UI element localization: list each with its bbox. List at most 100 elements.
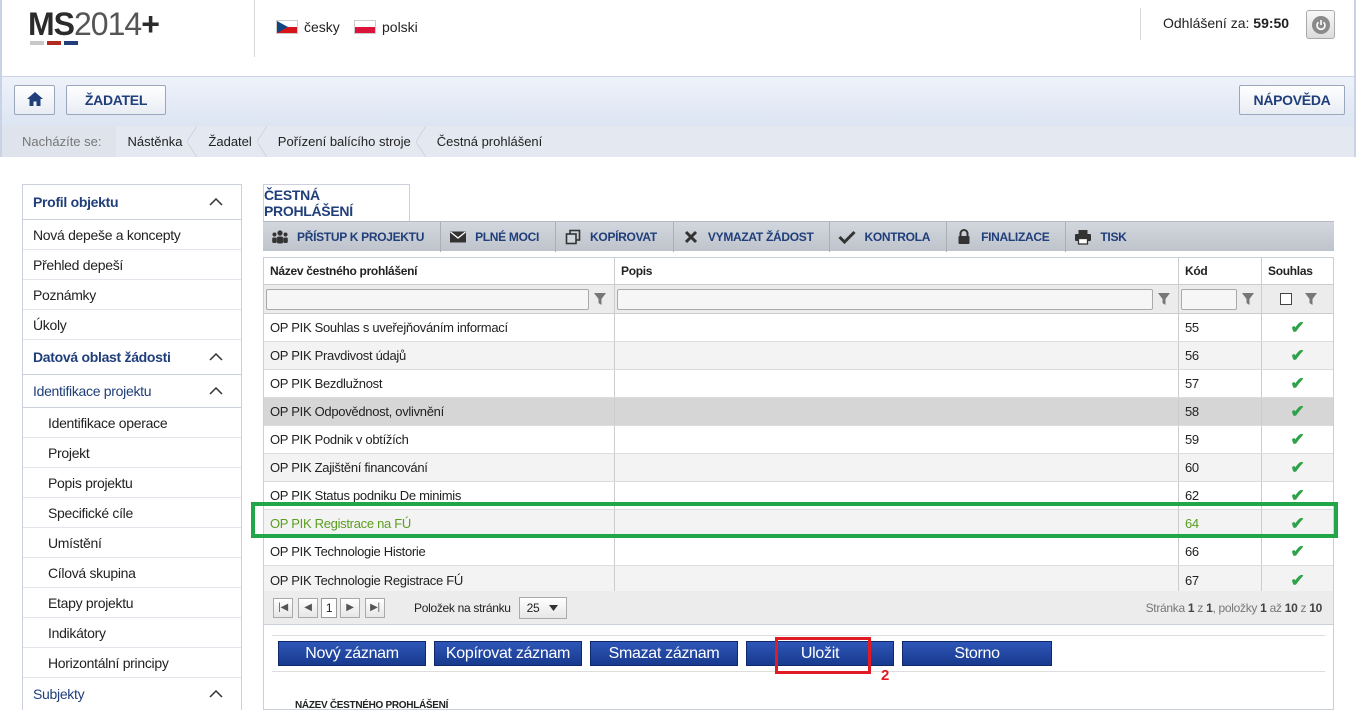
first-page-button[interactable]: |◀ xyxy=(273,597,293,618)
breadcrumb-item-zadatel[interactable]: Žadatel xyxy=(196,126,268,157)
nav-item-projekt[interactable]: Projekt xyxy=(23,438,241,468)
ms2014-logo[interactable]: MS2014+ xyxy=(28,6,160,43)
check-icon: ✔ xyxy=(1290,570,1305,590)
filter-icon[interactable] xyxy=(1157,292,1171,306)
plne-moci-label: PLNÉ MOCI xyxy=(475,229,540,244)
kopirovat-button[interactable]: KOPÍROVAT xyxy=(556,221,674,252)
pristup-k-projektu-button[interactable]: PŘÍSTUP K PROJEKTU xyxy=(263,221,442,252)
filter-icon[interactable] xyxy=(1304,292,1318,306)
breadcrumb-item-project[interactable]: Pořízení balícího stroje xyxy=(266,126,426,157)
nav-item-specificke-cile[interactable]: Specifické cíle xyxy=(23,498,241,528)
side-navigation: Profil objektu Nová depeše a koncepty Př… xyxy=(22,184,242,710)
breadcrumb-item-current: Čestná prohlášení xyxy=(436,134,543,149)
pager-info-page: 1 xyxy=(1187,600,1195,615)
table-row[interactable]: OP PIK Bezdlužnost 57 ✔ xyxy=(264,370,1333,398)
nav-item-popis-projektu[interactable]: Popis projektu xyxy=(23,468,241,498)
nav-subsection-subjekty[interactable]: Subjekty xyxy=(23,678,241,710)
filter-cell-souhlas xyxy=(1262,285,1333,313)
pager-info-items-label: , položky xyxy=(1212,600,1258,615)
column-header-kod[interactable]: Kód xyxy=(1179,258,1262,284)
napoveda-button[interactable]: NÁPOVĚDA xyxy=(1239,85,1345,115)
table-row[interactable]: OP PIK Pravdivost údajů 56 ✔ xyxy=(264,342,1333,370)
finalizace-label: FINALIZACE xyxy=(981,229,1050,244)
nav-item-identifikace-operace[interactable]: Identifikace operace xyxy=(23,408,241,438)
column-header-popis[interactable]: Popis xyxy=(615,258,1179,284)
nav-section-profil[interactable]: Profil objektu xyxy=(23,185,241,220)
pager-info-prefix: Stránka xyxy=(1145,600,1186,615)
filter-icon[interactable] xyxy=(593,292,607,306)
table-row[interactable]: OP PIK Zajištění financování 60 ✔ xyxy=(264,454,1333,482)
zadatel-button[interactable]: ŽADATEL xyxy=(66,85,166,115)
nav-item-poznamky[interactable]: Poznámky xyxy=(23,280,241,310)
next-page-icon: ▶ xyxy=(346,602,354,613)
header-divider xyxy=(254,0,255,57)
tisk-button[interactable]: TISK xyxy=(1066,222,1142,252)
column-header-nazev[interactable]: Název čestného prohlášení xyxy=(264,258,615,284)
kopirovat-label: KOPÍROVAT xyxy=(590,229,657,244)
nav-item-etapy-projektu[interactable]: Etapy projektu xyxy=(23,588,241,618)
nav-section-datova-oblast[interactable]: Datová oblast žádosti xyxy=(23,340,241,375)
nav-item-cilova-skupina[interactable]: Cílová skupina xyxy=(23,558,241,588)
cell-kod: 66 xyxy=(1179,538,1262,565)
new-record-button[interactable]: Nový záznam xyxy=(278,641,426,666)
per-page-select[interactable]: 25 xyxy=(518,596,567,619)
check-icon: ✔ xyxy=(1290,542,1305,561)
detail-field-label: NÁZEV ČESTNÉHO PROHLÁŠENÍ xyxy=(295,700,449,710)
nav-item-horizontalni-principy[interactable]: Horizontální principy xyxy=(23,648,241,678)
language-czech-link[interactable]: česky xyxy=(276,17,340,37)
vymazat-zadost-button[interactable]: VYMAZAT ŽÁDOST xyxy=(674,221,831,252)
cell-nazev: OP PIK Podnik v obtížích xyxy=(264,426,615,453)
cell-souhlas: ✔ xyxy=(1262,454,1333,481)
cell-nazev: OP PIK Zajištění financování xyxy=(264,454,615,481)
finalizace-button[interactable]: FINALIZACE xyxy=(947,221,1067,252)
table-row[interactable]: OP PIK Technologie Historie 66 ✔ xyxy=(264,538,1333,566)
nav-subsection-identifikace-label: Identifikace projektu xyxy=(33,383,152,399)
last-page-icon: ▶| xyxy=(370,602,380,613)
nav-subsection-identifikace[interactable]: Identifikace projektu xyxy=(23,375,241,408)
kontrola-button[interactable]: KONTROLA xyxy=(830,221,948,252)
cell-souhlas: ✔ xyxy=(1262,566,1333,594)
breadcrumb-item-nastenka[interactable]: Nástěnka xyxy=(116,126,198,157)
filter-input-kod[interactable] xyxy=(1181,288,1237,310)
nav-item-prehled-depesi[interactable]: Přehled depeší xyxy=(23,250,241,280)
cell-popis xyxy=(615,538,1179,565)
table-row[interactable]: OP PIK Odpovědnost, ovlivnění 58 ✔ xyxy=(264,398,1333,426)
check-icon xyxy=(838,228,857,246)
tab-cestna-prohlaseni[interactable]: ČESTNÁ PROHLÁŠENÍ xyxy=(263,184,410,221)
home-icon xyxy=(26,91,44,110)
main-toolbar: ŽADATEL NÁPOVĚDA xyxy=(0,77,1356,126)
filter-icon[interactable] xyxy=(1241,292,1255,306)
logout-button[interactable] xyxy=(1306,10,1335,39)
nav-item-nova-depese[interactable]: Nová depeše a koncepty xyxy=(23,220,241,250)
table-filter-row xyxy=(264,285,1333,314)
cell-souhlas: ✔ xyxy=(1262,538,1333,565)
filter-input-nazev[interactable] xyxy=(266,288,589,310)
table-row[interactable]: OP PIK Technologie Registrace FÚ 67 ✔ xyxy=(264,566,1333,594)
pager-info: Stránka 1 z 1, položky 1 až 10 z 10 xyxy=(1145,600,1323,615)
cell-souhlas: ✔ xyxy=(1262,370,1333,397)
cell-popis xyxy=(615,426,1179,453)
table-row[interactable]: OP PIK Souhlas s uveřejňováním informací… xyxy=(264,314,1333,342)
nav-item-indikatory[interactable]: Indikátory xyxy=(23,618,241,648)
cell-nazev: OP PIK Technologie Historie xyxy=(264,538,615,565)
copy-record-button[interactable]: Kopírovat záznam xyxy=(434,641,582,666)
column-header-souhlas[interactable]: Souhlas xyxy=(1262,258,1333,284)
filter-checkbox-souhlas[interactable] xyxy=(1280,293,1292,305)
filter-input-popis[interactable] xyxy=(617,288,1153,310)
plne-moci-button[interactable]: PLNÉ MOCI xyxy=(441,221,557,252)
language-polish-link[interactable]: polski xyxy=(354,17,418,37)
cell-nazev: OP PIK Pravdivost údajů xyxy=(264,342,615,369)
last-page-button[interactable]: ▶| xyxy=(365,597,385,618)
logo-ms-text: MS xyxy=(28,6,75,42)
home-button[interactable] xyxy=(14,85,55,115)
cell-kod: 58 xyxy=(1179,398,1262,425)
table-row[interactable]: OP PIK Podnik v obtížích 59 ✔ xyxy=(264,426,1333,454)
cancel-button[interactable]: Storno xyxy=(902,641,1052,666)
nav-item-ukoly[interactable]: Úkoly xyxy=(23,310,241,340)
nav-item-umisteni[interactable]: Umístění xyxy=(23,528,241,558)
people-icon xyxy=(271,228,289,246)
delete-record-button[interactable]: Smazat záznam xyxy=(590,641,738,666)
prev-page-button[interactable]: ◀ xyxy=(298,597,318,618)
next-page-button[interactable]: ▶ xyxy=(340,597,360,618)
current-page-input[interactable]: 1 xyxy=(321,597,337,618)
